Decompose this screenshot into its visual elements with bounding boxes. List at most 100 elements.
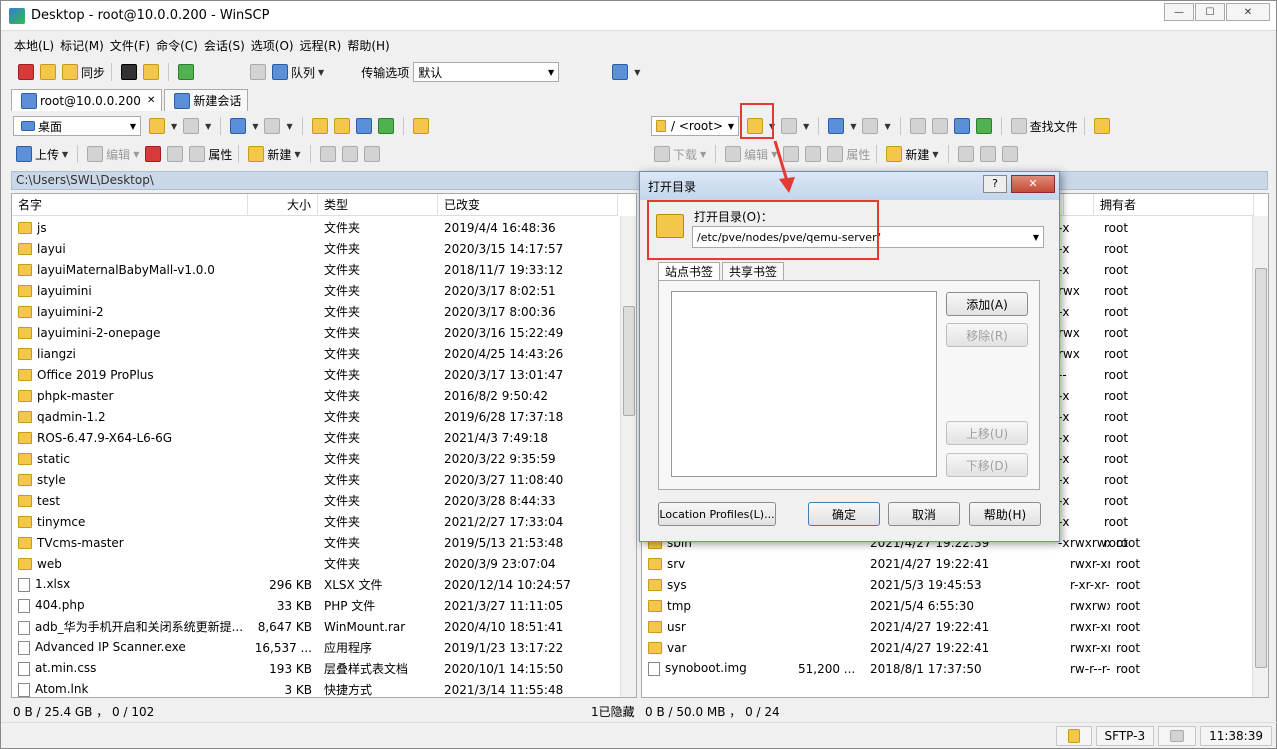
table-row[interactable]: tmp 2021/5/4 6:55:30 rwxrwxrwt root <box>642 595 1250 616</box>
select-all-icon[interactable] <box>319 146 336 162</box>
chevron-down-icon[interactable]: ▼ <box>932 150 938 159</box>
edit-button[interactable]: 编辑 <box>744 146 768 163</box>
new-icon[interactable] <box>248 146 265 162</box>
table-row[interactable]: -x root <box>1052 427 1258 448</box>
find-files-button[interactable]: 查找文件 <box>1030 118 1078 135</box>
properties-icon[interactable] <box>827 146 844 162</box>
filter-select-icon[interactable] <box>1001 146 1018 162</box>
rename-icon[interactable] <box>805 146 822 162</box>
column-name[interactable]: 名字 <box>12 194 248 216</box>
table-row[interactable]: synoboot.img 51,200 ... 2018/8/1 17:37:50 r… <box>642 658 1250 679</box>
bookmark-list[interactable] <box>671 291 937 477</box>
unselect-icon[interactable] <box>979 146 996 162</box>
globe-icon[interactable] <box>612 64 629 80</box>
table-row[interactable]: rwx root <box>1052 322 1258 343</box>
table-row[interactable]: layuimini-2 文件夹 2020/3/17 8:00:36 <box>12 301 618 322</box>
table-row[interactable]: -x root <box>1052 448 1258 469</box>
move-down-button[interactable]: 下移(D) <box>946 453 1028 477</box>
upload-button[interactable]: 上传 <box>35 146 59 163</box>
refresh-icon[interactable] <box>377 118 394 134</box>
table-row[interactable]: rwx root <box>1052 280 1258 301</box>
table-row[interactable]: layui 文件夹 2020/3/15 14:17:57 <box>12 238 618 259</box>
table-row[interactable]: sys 2021/5/3 19:45:53 r-xr-xr-x root <box>642 574 1250 595</box>
table-row[interactable]: 1.xlsx 296 KB XLSX 文件 2020/12/14 10:24:57 <box>12 574 618 595</box>
sync-icon[interactable] <box>62 64 78 80</box>
chevron-down-icon[interactable]: ▼ <box>850 122 856 131</box>
table-row[interactable]: tinymce 文件夹 2021/2/27 17:33:04 <box>12 511 618 532</box>
chevron-down-icon[interactable]: ▼ <box>205 122 211 131</box>
home-icon[interactable] <box>355 118 372 134</box>
compare-icon[interactable] <box>18 64 34 80</box>
tab-new-session[interactable]: 新建会话 <box>164 89 249 111</box>
table-row[interactable]: style 文件夹 2020/3/27 11:08:40 <box>12 469 618 490</box>
table-row[interactable]: -x root <box>1052 511 1258 532</box>
table-row[interactable]: liangzi 文件夹 2020/4/25 14:43:26 <box>12 343 618 364</box>
table-row[interactable]: Advanced IP Scanner.exe 16,537 ... 应用程序 201… <box>12 637 618 658</box>
new-button[interactable]: 新建 <box>267 146 291 163</box>
back-icon[interactable] <box>230 118 247 134</box>
cancel-button[interactable]: 取消 <box>888 502 960 526</box>
column-owner[interactable]: 拥有者 <box>1094 194 1254 216</box>
table-row[interactable]: -x root <box>1052 238 1258 259</box>
open-folder-icon[interactable] <box>149 118 165 134</box>
delete-icon[interactable] <box>145 146 162 162</box>
table-row[interactable]: Office 2019 ProPlus 文件夹 2020/3/17 13:01:47 <box>12 364 618 385</box>
right-location-select[interactable]: / <root> ▼ <box>651 116 739 136</box>
close-tab-icon[interactable]: ✕ <box>147 95 155 106</box>
home-icon[interactable] <box>953 118 970 134</box>
terminal-icon[interactable] <box>121 64 138 80</box>
table-row[interactable]: adb_华为手机开启和关闭系统更新提... 8,647 KB WinMount.ra… <box>12 616 618 637</box>
table-row[interactable]: -x root <box>1052 217 1258 238</box>
table-row[interactable]: -x root <box>1052 469 1258 490</box>
tab-site-bookmarks[interactable]: 站点书签 <box>658 262 721 280</box>
new-icon[interactable] <box>886 146 903 162</box>
column-size[interactable]: 大小 <box>248 194 318 216</box>
minimize-button[interactable]: — <box>1164 3 1194 21</box>
tab-shared-bookmarks[interactable]: 共享书签 <box>722 262 785 280</box>
transfer-options-select[interactable]: 默认 ▼ <box>413 62 560 82</box>
add-bookmark-button[interactable]: 添加(A) <box>946 292 1028 316</box>
upload-icon[interactable] <box>16 146 32 162</box>
filter-icon[interactable] <box>183 118 200 134</box>
properties-button[interactable]: 属性 <box>208 146 232 163</box>
table-row[interactable]: srv 2021/4/27 19:22:41 rwxr-xr-x root <box>642 553 1250 574</box>
queue-icon[interactable] <box>272 64 289 80</box>
rename-icon[interactable] <box>167 146 184 162</box>
menu-mark[interactable]: 标记(M) <box>57 37 107 54</box>
edit-icon[interactable] <box>87 146 104 162</box>
left-scrollbar[interactable] <box>620 216 636 697</box>
maximize-button[interactable]: ☐ <box>1195 3 1225 21</box>
menu-remote[interactable]: 远程(R) <box>297 37 345 54</box>
chevron-down-icon[interactable]: ▼ <box>700 150 706 159</box>
column-changed[interactable]: 已改变 <box>438 194 618 216</box>
dialog-help-button[interactable]: ? <box>983 175 1007 193</box>
move-up-button[interactable]: 上移(U) <box>946 421 1028 445</box>
dialog-close-button[interactable]: ✕ <box>1011 175 1055 193</box>
root-directory-icon[interactable] <box>333 118 350 134</box>
table-row[interactable]: at.min.css 193 KB 层叠样式表文档 2020/10/1 14:15:5… <box>12 658 618 679</box>
table-row[interactable]: -x root <box>1052 490 1258 511</box>
close-button[interactable]: ✕ <box>1226 3 1270 21</box>
table-row[interactable]: js 文件夹 2019/4/4 16:48:36 <box>12 217 618 238</box>
download-icon[interactable] <box>654 146 670 162</box>
location-profiles-button[interactable]: Location Profiles(L)... <box>658 502 776 526</box>
table-row[interactable]: test 文件夹 2020/3/28 8:44:33 <box>12 490 618 511</box>
table-row[interactable]: -x root <box>1052 259 1258 280</box>
chevron-down-icon[interactable]: ▼ <box>286 122 292 131</box>
table-row[interactable]: -x root <box>1052 406 1258 427</box>
chevron-down-icon[interactable]: ▼ <box>171 122 177 131</box>
table-row[interactable]: -x root <box>1052 385 1258 406</box>
table-row[interactable]: phpk-master 文件夹 2016/8/2 9:50:42 <box>12 385 618 406</box>
table-row[interactable]: layuimini 文件夹 2020/3/17 8:02:51 <box>12 280 618 301</box>
chevron-down-icon[interactable]: ▼ <box>133 150 139 159</box>
menu-local[interactable]: 本地(L) <box>11 37 57 54</box>
properties-button[interactable]: 属性 <box>846 146 870 163</box>
remove-bookmark-button[interactable]: 移除(R) <box>946 323 1028 347</box>
table-row[interactable]: -x root <box>1052 301 1258 322</box>
filter-select-icon[interactable] <box>363 146 380 162</box>
root-directory-icon[interactable] <box>931 118 948 134</box>
sync-button[interactable]: 同步 <box>81 64 105 81</box>
queue-button[interactable]: 队列 <box>291 64 315 81</box>
table-row[interactable]: -- root <box>1052 364 1258 385</box>
table-row[interactable]: var 2021/4/27 19:22:41 rwxr-xr-x root <box>642 637 1250 658</box>
